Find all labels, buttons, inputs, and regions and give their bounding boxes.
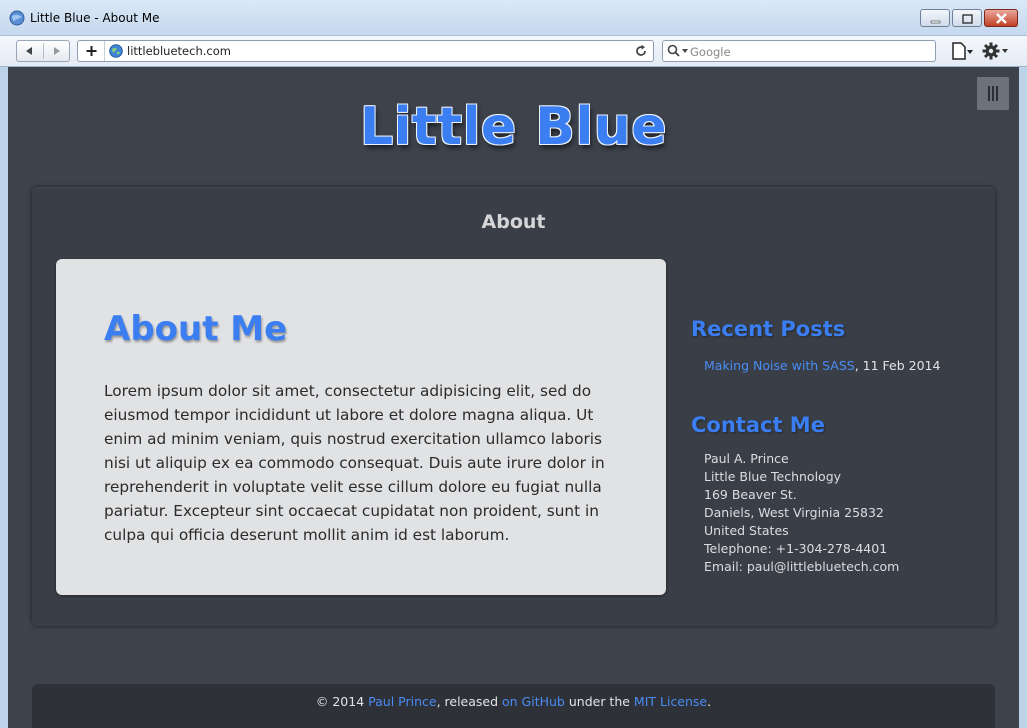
article-card: About Me Lorem ipsum dolor sit amet, con… xyxy=(56,259,666,595)
search-placeholder: Google xyxy=(690,45,731,59)
footer-text-part: . xyxy=(707,694,712,709)
contact-street: 169 Beaver St. xyxy=(704,487,797,502)
contact-heading: Contact Me xyxy=(691,413,825,437)
post-date: , 11 Feb 2014 xyxy=(854,358,941,373)
site-title[interactable]: Little Blue xyxy=(8,97,1019,157)
section-title: About xyxy=(481,211,546,233)
back-button[interactable] xyxy=(17,41,43,61)
list-item: Making Noise with SASS, 11 Feb 2014 xyxy=(704,358,940,373)
post-link[interactable]: Making Noise with SASS xyxy=(704,358,855,373)
maximize-button[interactable] xyxy=(952,9,982,27)
maximize-icon xyxy=(962,14,973,24)
contact-email: Email: paul@littlebluetech.com xyxy=(704,559,900,574)
content-panel: About About Me Lorem ipsum dolor sit ame… xyxy=(32,187,995,626)
contact-name: Paul A. Prince xyxy=(704,451,789,466)
gear-menu-icon[interactable] xyxy=(981,41,1009,61)
contact-country: United States xyxy=(704,523,789,538)
window-title: Little Blue - About Me xyxy=(30,11,160,25)
footer-copyright: © 2014 xyxy=(315,694,369,709)
app-icon xyxy=(9,10,25,26)
site-footer: © 2014 Paul Prince, released on GitHub u… xyxy=(32,684,995,728)
recent-posts-heading: Recent Posts xyxy=(691,317,846,341)
author-link[interactable]: Paul Prince xyxy=(368,694,436,709)
footer-text: © 2014 Paul Prince, released on GitHub u… xyxy=(32,694,995,709)
url-text[interactable]: littlebluetech.com xyxy=(127,44,231,58)
article-body: Lorem ipsum dolor sit amet, consectetur … xyxy=(104,382,605,544)
address-bar[interactable]: littlebluetech.com xyxy=(77,40,654,62)
minimize-button[interactable] xyxy=(920,9,950,27)
forward-button[interactable] xyxy=(44,41,70,61)
forward-icon xyxy=(54,47,60,55)
page-menu-icon[interactable] xyxy=(950,41,974,61)
footer-text-part: under the xyxy=(564,694,634,709)
article-heading: About Me xyxy=(104,309,288,349)
browser-toolbar: littlebluetech.com Google xyxy=(0,36,1027,67)
page-viewport: Little Blue About About Me Lorem ipsum d… xyxy=(8,67,1019,728)
close-button[interactable] xyxy=(984,9,1018,27)
contact-list: Paul A. Prince Little Blue Technology 16… xyxy=(704,450,899,576)
license-link[interactable]: MIT License xyxy=(634,694,707,709)
footer-text-part: , released xyxy=(436,694,502,709)
search-input[interactable]: Google xyxy=(662,40,936,62)
minimize-icon xyxy=(930,20,941,24)
search-icon xyxy=(667,44,688,57)
add-tab-icon xyxy=(86,46,97,56)
close-icon xyxy=(996,13,1007,24)
contact-city: Daniels, West Virginia 25832 xyxy=(704,505,884,520)
back-icon xyxy=(26,47,32,55)
reload-icon[interactable] xyxy=(633,43,649,59)
globe-icon xyxy=(109,44,123,58)
github-link[interactable]: on GitHub xyxy=(502,694,565,709)
history-nav xyxy=(16,40,70,62)
contact-phone: Telephone: +1-304-278-4401 xyxy=(704,541,888,556)
contact-company: Little Blue Technology xyxy=(704,469,842,484)
window-titlebar: Little Blue - About Me xyxy=(0,0,1027,36)
add-tab-button[interactable] xyxy=(78,41,105,61)
